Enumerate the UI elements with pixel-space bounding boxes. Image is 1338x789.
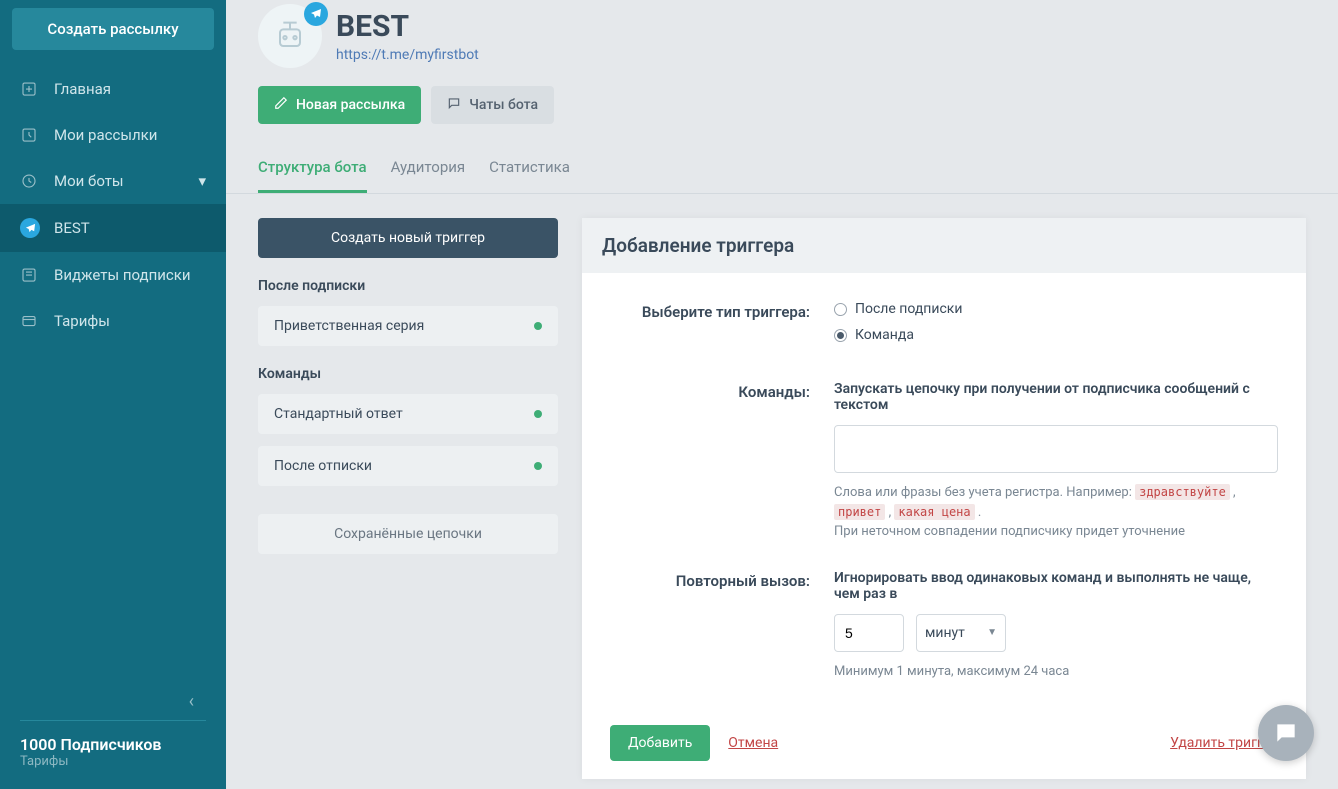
radio-command[interactable]: Команда	[834, 327, 1278, 343]
nav-label: Главная	[54, 80, 111, 98]
button-label: Чаты бота	[469, 97, 538, 113]
status-dot	[534, 410, 542, 418]
radio-icon	[834, 329, 847, 342]
collapse-sidebar-button[interactable]: ‹	[20, 691, 206, 712]
trigger-label: После отписки	[274, 458, 372, 474]
panel-footer: Добавить Отмена Удалить триггер	[582, 713, 1306, 779]
tab-stats[interactable]: Статистика	[489, 158, 570, 193]
tab-audience[interactable]: Аудитория	[391, 158, 466, 193]
main-content: BEST https://t.me/myfirstbot Новая рассы…	[226, 0, 1338, 789]
bot-link[interactable]: https://t.me/myfirstbot	[336, 47, 479, 63]
subscriber-count: 1000 Подписчиков	[20, 735, 206, 754]
nav-campaigns[interactable]: Мои рассылки	[0, 112, 226, 158]
repeat-unit-select[interactable]: минут ▼	[916, 614, 1006, 652]
tab-structure[interactable]: Структура бота	[258, 158, 367, 193]
tariffs-icon	[20, 312, 38, 330]
radio-after-subscribe[interactable]: После подписки	[834, 301, 1278, 317]
support-chat-button[interactable]	[1258, 705, 1314, 761]
trigger-label: Приветственная серия	[274, 318, 424, 334]
repeat-hint: Минимум 1 минута, максимум 24 часа	[834, 662, 1278, 682]
nav-bots[interactable]: Мои боты ▾	[0, 158, 226, 204]
repeat-desc: Игнорировать ввод одинаковых команд и вы…	[834, 570, 1278, 602]
repeat-label: Повторный вызов:	[610, 570, 810, 682]
create-trigger-button[interactable]: Создать новый триггер	[258, 218, 558, 258]
commands-desc: Запускать цепочку при получении от подпи…	[834, 381, 1278, 413]
button-label: Новая рассылка	[296, 97, 405, 113]
campaigns-icon	[20, 126, 38, 144]
sidebar-footer: ‹ 1000 Подписчиков Тарифы	[0, 691, 226, 789]
status-dot	[534, 462, 542, 470]
trigger-panel: Добавление триггера Выберите тип триггер…	[582, 218, 1306, 779]
trigger-type-label: Выберите тип триггера:	[610, 301, 810, 353]
trigger-item[interactable]: Стандартный ответ	[258, 394, 558, 434]
nav-widgets[interactable]: Виджеты подписки	[0, 252, 226, 298]
trigger-label: Стандартный ответ	[274, 406, 403, 422]
repeat-value-input[interactable]	[834, 614, 904, 652]
commands-input[interactable]	[834, 425, 1278, 473]
select-value: минут	[925, 625, 965, 641]
tabs: Структура бота Аудитория Статистика	[226, 142, 1338, 194]
edit-icon	[274, 96, 288, 114]
bot-avatar	[258, 4, 322, 68]
section-after-subscribe: После подписки	[258, 278, 558, 294]
commands-label: Команды:	[610, 381, 810, 542]
telegram-icon	[20, 218, 40, 238]
create-campaign-button[interactable]: Создать рассылку	[12, 8, 214, 50]
bot-header: BEST https://t.me/myfirstbot Новая рассы…	[226, 0, 1338, 142]
telegram-badge-icon	[304, 2, 328, 26]
trigger-list: Создать новый триггер После подписки При…	[258, 218, 558, 779]
widgets-icon	[20, 266, 38, 284]
home-icon	[20, 80, 38, 98]
chevron-down-icon: ▾	[198, 172, 206, 190]
tariffs-link[interactable]: Тарифы	[20, 754, 206, 769]
bot-title: BEST	[336, 9, 479, 44]
section-commands: Команды	[258, 366, 558, 382]
commands-hint: Слова или фразы без учета регистра. Напр…	[834, 483, 1278, 542]
saved-chains-button[interactable]: Сохранённые цепочки	[258, 514, 558, 554]
add-button[interactable]: Добавить	[610, 725, 710, 761]
status-dot	[534, 322, 542, 330]
trigger-item[interactable]: Приветственная серия	[258, 306, 558, 346]
chat-icon	[447, 96, 461, 114]
cancel-link[interactable]: Отмена	[728, 735, 778, 751]
bots-icon	[20, 172, 38, 190]
nav-label: Мои боты	[54, 172, 124, 190]
chevron-down-icon: ▼	[987, 627, 997, 638]
nav-tariffs[interactable]: Тарифы	[0, 298, 226, 344]
nav-bot-best[interactable]: BEST	[0, 204, 226, 252]
nav-home[interactable]: Главная	[0, 66, 226, 112]
new-campaign-button[interactable]: Новая рассылка	[258, 86, 421, 124]
nav-label: Мои рассылки	[54, 126, 157, 144]
nav-label: Виджеты подписки	[54, 266, 191, 284]
panel-title: Добавление триггера	[582, 218, 1306, 273]
trigger-item[interactable]: После отписки	[258, 446, 558, 486]
radio-icon	[834, 303, 847, 316]
radio-label: После подписки	[855, 301, 962, 317]
nav-label: Тарифы	[54, 312, 110, 330]
sidebar: Создать рассылку Главная Мои рассылки Мо…	[0, 0, 226, 789]
bot-chats-button[interactable]: Чаты бота	[431, 86, 554, 124]
nav-label: BEST	[54, 219, 90, 237]
radio-label: Команда	[855, 327, 914, 343]
